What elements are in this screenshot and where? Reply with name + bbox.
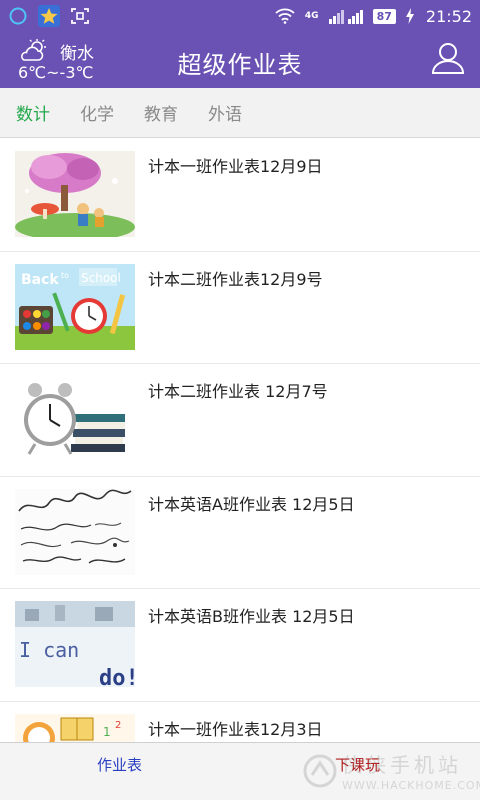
list-item[interactable]: 1 2 计本一班作业表12月3日 (0, 702, 480, 742)
svg-text:Back: Back (21, 272, 59, 288)
tab-waiyu[interactable]: 外语 (208, 100, 242, 125)
svg-text:to: to (61, 271, 69, 280)
page-title: 超级作业表 (177, 51, 303, 79)
svg-text:do!: do! (99, 666, 135, 687)
screenshot-icon (70, 7, 90, 25)
nav-homework[interactable]: 作业表 (97, 754, 142, 775)
homework-list[interactable]: 计本一班作业表12月9日 Back to School 计本二班作业表12月9号… (0, 139, 480, 742)
network-type: 4G (304, 11, 319, 21)
list-item[interactable]: 计本二班作业表 12月7号 (0, 364, 480, 477)
fairy-tree-thumbnail (15, 151, 135, 237)
category-tabs: 数计 化学 教育 外语 (0, 88, 480, 138)
watermark-logo-icon (302, 753, 338, 793)
status-bar: 4G 87 21:52 (0, 0, 480, 32)
list-item-title: 计本一班作业表12月3日 (148, 719, 323, 739)
user-icon (431, 42, 465, 78)
user-button[interactable] (430, 42, 466, 78)
seasons-greetings-thumbnail (15, 488, 135, 575)
list-item-title: 计本一班作业表12月9日 (148, 157, 323, 176)
list-item[interactable]: 计本一班作业表12月9日 (0, 139, 480, 252)
i-can-do-thumbnail: I can do! (15, 601, 135, 687)
svg-text:1: 1 (103, 725, 111, 739)
clock: 21:52 (425, 6, 472, 26)
app-header: 衡水 6℃~-3℃ 超级作业表 (0, 32, 480, 88)
signal-icon (328, 8, 363, 24)
list-item-title: 计本二班作业表12月9号 (148, 269, 323, 289)
watermark-url: WWW.HACKHOME.COM (342, 779, 480, 792)
tab-jiaoyu[interactable]: 教育 (144, 100, 178, 125)
list-item[interactable]: 计本英语A班作业表 12月5日 (0, 477, 480, 589)
status-bar-right: 4G 87 21:52 (275, 7, 472, 26)
bottom-navigation: 作业表 侠侠手机站 WWW.HACKHOME.COM 下课玩 (0, 742, 480, 800)
battery-level: 87 (372, 8, 396, 24)
status-bar-left (8, 5, 90, 27)
list-item[interactable]: I can do! 计本英语B班作业表 12月5日 (0, 589, 480, 702)
list-item-title: 计本英语A班作业表 12月5日 (148, 494, 355, 514)
svg-text:2: 2 (115, 720, 121, 731)
watermark: 侠侠手机站 WWW.HACKHOME.COM (302, 749, 480, 797)
list-item-title: 计本英语B班作业表 12月5日 (148, 607, 355, 626)
circle-icon (8, 6, 28, 26)
alarm-clock-books-thumbnail (15, 376, 135, 462)
back-to-school-thumbnail: Back to School (15, 263, 135, 350)
tab-huaxue[interactable]: 化学 (80, 100, 114, 125)
tab-shuji[interactable]: 数计 (16, 100, 50, 125)
list-item[interactable]: Back to School 计本二班作业表12月9号 (0, 252, 480, 364)
svg-text:I can: I can (19, 638, 79, 662)
kids-books-thumbnail: 1 2 (15, 713, 135, 742)
nav-after-class[interactable]: 下课玩 (335, 754, 380, 775)
star-app-icon (38, 5, 60, 27)
list-item-title: 计本二班作业表 12月7号 (148, 382, 328, 401)
charging-icon (405, 8, 414, 24)
svg-text:School: School (81, 271, 121, 285)
wifi-icon (275, 8, 295, 24)
